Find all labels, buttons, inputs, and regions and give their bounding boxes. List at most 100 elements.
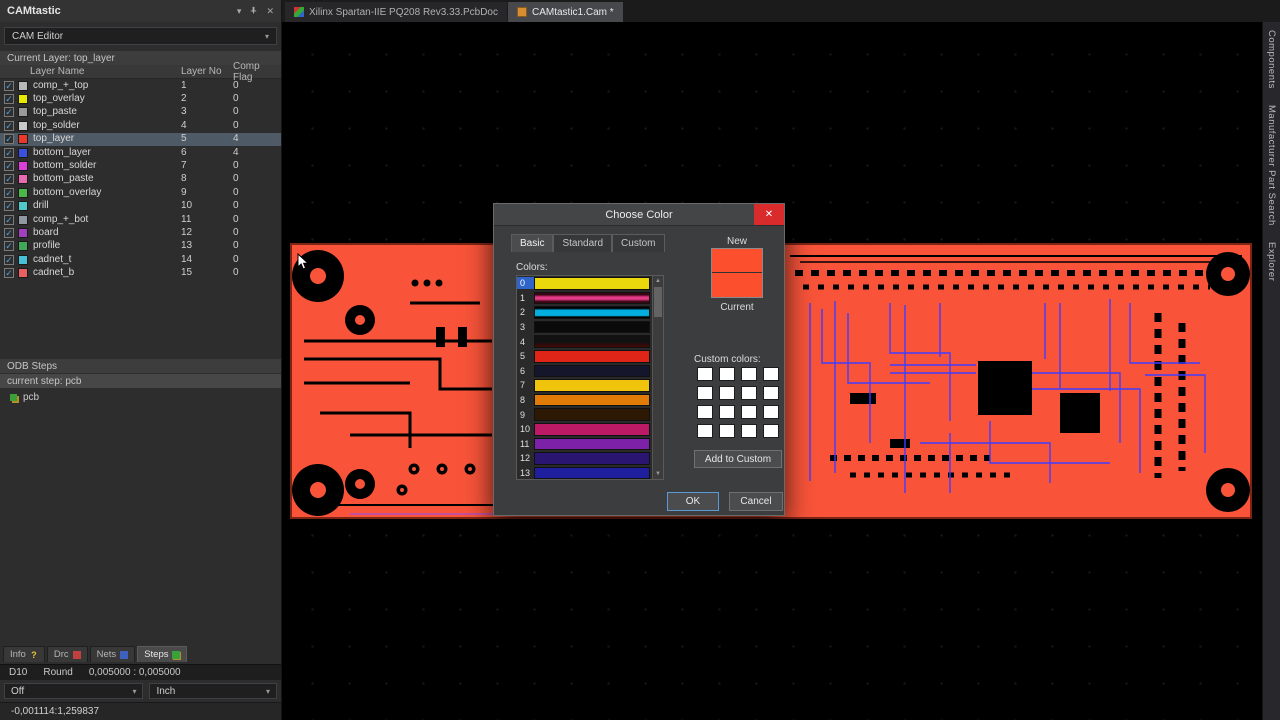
layer-color-swatch[interactable] [18,214,28,225]
palette-row-1[interactable]: 1 [517,291,652,306]
layer-color-swatch[interactable] [18,120,28,131]
layer-visibility-checkbox[interactable]: ✓ [4,214,14,225]
scroll-thumb[interactable] [654,287,662,317]
layer-color-swatch[interactable] [18,174,28,185]
sidebar-tab-manufacturer-part-search[interactable]: Manufacturer Part Search [1266,105,1277,226]
doc-tab-pcbdoc[interactable]: Xilinx Spartan-IIE PQ208 Rev3.33.PcbDoc [285,2,507,22]
custom-color-cell[interactable] [763,424,779,438]
panel-tab-info[interactable]: Info [3,646,45,662]
layer-visibility-checkbox[interactable]: ✓ [4,147,14,158]
layer-color-swatch[interactable] [18,201,28,212]
layer-row-cadnet_t[interactable]: ✓ cadnet_t 14 0 [0,253,281,266]
layer-row-cadnet_b[interactable]: ✓ cadnet_b 15 0 [0,266,281,279]
layer-color-swatch[interactable] [18,80,28,91]
layer-row-drill[interactable]: ✓ drill 10 0 [0,200,281,213]
layer-row-comp_+_bot[interactable]: ✓ comp_+_bot 11 0 [0,213,281,226]
palette-color-bar[interactable] [534,422,650,436]
scroll-down-arrow[interactable]: ▼ [653,469,663,479]
ok-button[interactable]: OK [667,492,719,511]
dialog-titlebar[interactable]: Choose Color ✕ [494,204,784,226]
palette-row-13[interactable]: 13 [517,466,652,481]
chevron-down-icon[interactable]: ▾ [237,6,242,17]
close-icon[interactable]: ✕ [266,6,274,17]
palette-row-3[interactable]: 3 [517,320,652,335]
layer-color-swatch[interactable] [18,147,28,158]
palette-row-2[interactable]: 2 [517,305,652,320]
custom-color-cell[interactable] [719,424,735,438]
layer-row-bottom_solder[interactable]: ✓ bottom_solder 7 0 [0,159,281,172]
palette-color-bar[interactable] [534,393,650,407]
layer-row-top_overlay[interactable]: ✓ top_overlay 2 0 [0,92,281,105]
custom-color-cell[interactable] [763,367,779,381]
layer-color-swatch[interactable] [18,268,28,279]
custom-color-cell[interactable] [697,424,713,438]
layer-color-swatch[interactable] [18,254,28,265]
cancel-button[interactable]: Cancel [729,492,783,511]
layer-row-top_paste[interactable]: ✓ top_paste 3 0 [0,106,281,119]
palette-scrollbar[interactable]: ▲ ▼ [652,276,663,479]
doc-tab-camtastic[interactable]: CAMtastic1.Cam * [507,2,623,22]
custom-color-cell[interactable] [719,405,735,419]
palette-row-9[interactable]: 9 [517,407,652,422]
panel-tab-drc[interactable]: Drc [46,646,88,662]
layer-visibility-checkbox[interactable]: ✓ [4,187,14,198]
custom-color-cell[interactable] [741,367,757,381]
layer-color-swatch[interactable] [18,134,28,145]
layer-visibility-checkbox[interactable]: ✓ [4,94,14,105]
sidebar-tab-components[interactable]: Components [1266,30,1277,89]
dialog-tab-basic[interactable]: Basic [511,234,554,252]
custom-color-cell[interactable] [741,424,757,438]
palette-color-bar[interactable] [534,408,650,421]
custom-color-cell[interactable] [719,367,735,381]
palette-color-bar[interactable] [534,349,650,363]
palette-row-12[interactable]: 12 [517,451,652,466]
palette-row-10[interactable]: 10 [517,422,652,437]
layer-color-swatch[interactable] [18,94,28,105]
layer-row-bottom_paste[interactable]: ✓ bottom_paste 8 0 [0,173,281,186]
layer-visibility-checkbox[interactable]: ✓ [4,80,14,91]
palette-color-bar[interactable] [534,277,650,290]
custom-color-cell[interactable] [763,405,779,419]
dialog-tab-standard[interactable]: Standard [553,234,613,252]
panel-tab-steps[interactable]: Steps [137,646,188,662]
editor-mode-select[interactable]: CAM Editor ▾ [4,27,277,45]
layer-row-profile[interactable]: ✓ profile 13 0 [0,240,281,253]
layer-visibility-checkbox[interactable]: ✓ [4,120,14,131]
palette-color-bar[interactable] [534,335,650,348]
custom-color-cell[interactable] [741,386,757,400]
layer-visibility-checkbox[interactable]: ✓ [4,201,14,212]
custom-color-cell[interactable] [697,386,713,400]
layer-color-swatch[interactable] [18,241,28,252]
layer-row-bottom_overlay[interactable]: ✓ bottom_overlay 9 0 [0,186,281,199]
custom-color-cell[interactable] [719,386,735,400]
layer-visibility-checkbox[interactable]: ✓ [4,134,14,145]
scroll-up-arrow[interactable]: ▲ [653,276,663,286]
layer-row-top_layer[interactable]: ✓ top_layer 5 4 [0,132,281,146]
palette-color-bar[interactable] [534,364,650,378]
layer-visibility-checkbox[interactable]: ✓ [4,227,14,238]
layer-visibility-checkbox[interactable]: ✓ [4,161,14,172]
palette-row-5[interactable]: 5 [517,349,652,364]
custom-color-cell[interactable] [697,367,713,381]
palette-color-bar[interactable] [534,452,650,465]
sidebar-tab-explorer[interactable]: Explorer [1266,242,1277,281]
palette-color-bar[interactable] [534,320,650,334]
step-tree-item-pcb[interactable]: pcb [0,388,281,407]
layer-visibility-checkbox[interactable]: ✓ [4,174,14,185]
palette-row-4[interactable]: 4 [517,334,652,349]
layer-row-comp_+_top[interactable]: ✓ comp_+_top 1 0 [0,79,281,92]
snap-select[interactable]: Off ▾ [4,683,144,699]
palette-color-bar[interactable] [534,379,650,392]
layer-color-swatch[interactable] [18,227,28,238]
layer-row-board[interactable]: ✓ board 12 0 [0,226,281,239]
header-layer-name[interactable]: Layer Name [4,66,181,77]
palette-row-6[interactable]: 6 [517,364,652,379]
palette-color-bar[interactable] [534,466,650,480]
panel-tab-nets[interactable]: Nets [89,646,136,662]
layer-color-swatch[interactable] [18,187,28,198]
custom-color-cell[interactable] [763,386,779,400]
add-to-custom-button[interactable]: Add to Custom [694,450,782,468]
layer-row-bottom_layer[interactable]: ✓ bottom_layer 6 4 [0,146,281,159]
layer-visibility-checkbox[interactable]: ✓ [4,254,14,265]
palette-row-8[interactable]: 8 [517,393,652,408]
